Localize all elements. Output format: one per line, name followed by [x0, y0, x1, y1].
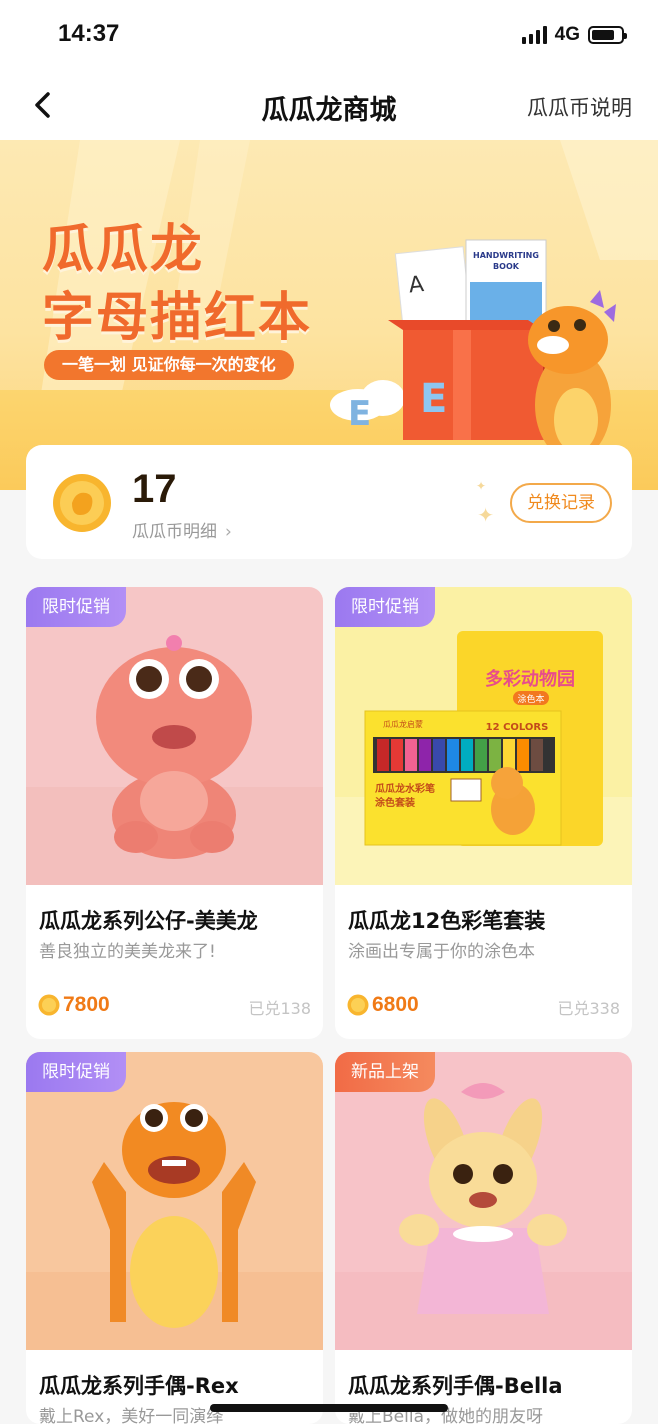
product-description: 戴上Rex，美好一同演绎 [39, 1407, 224, 1424]
nav-bar: 瓜瓜龙商城 瓜瓜币说明 [0, 70, 658, 140]
redeemed-count: 已兑338 [557, 999, 620, 1018]
network-type: 4G [554, 24, 580, 45]
coin-icon [38, 994, 60, 1016]
product-card[interactable]: 限时促销 瓜瓜龙系列手偶-Rex 戴上Rex，美好一同演绎 [26, 1052, 323, 1424]
pen-brand-text: 瓜瓜龙启蒙 [383, 719, 423, 729]
product-card[interactable]: 限时促销 瓜瓜龙系列公仔-美美龙 善良独立的美美龙来了! 7800 已兑138 [26, 587, 323, 1039]
product-card[interactable]: 多彩动物园 涂色本 瓜瓜龙启蒙 12 COLORS 瓜瓜龙水彩笔 涂色套装 限时… [335, 587, 632, 1039]
coloring-book-subtitle: 涂色本 [517, 693, 544, 705]
promo-tag: 限时促销 [335, 587, 435, 627]
price-value: 7800 [63, 993, 110, 1016]
svg-text:A: A [408, 272, 426, 298]
banner-title-line2: 字母描红本 [42, 288, 313, 348]
pen-name-line1: 瓜瓜龙水彩笔 [375, 782, 435, 795]
home-indicator [210, 1404, 448, 1412]
svg-text:E: E [420, 376, 447, 422]
battery-icon [588, 26, 627, 44]
book-cover-text-line2: BOOK [493, 262, 520, 271]
price-value: 6800 [372, 993, 419, 1016]
pen-name-line2: 涂色套装 [375, 796, 415, 809]
chevron-right-icon: › [225, 522, 232, 542]
svg-text:E: E [348, 394, 371, 434]
coin-icon [347, 994, 369, 1016]
signal-icon [521, 26, 547, 44]
gua-coin-icon [53, 474, 111, 532]
product-name: 瓜瓜龙系列手偶-Bella [348, 1374, 563, 1398]
status-icons: 4G [521, 24, 627, 46]
hand-puppet-bella-image [335, 1052, 632, 1350]
book-cover-text-line1: HANDWRITING [473, 251, 539, 260]
product-description: 善良独立的美美龙来了! [39, 942, 216, 962]
product-price: 6800 [347, 993, 419, 1017]
new-arrival-tag: 新品上架 [335, 1052, 435, 1092]
color-pen-set-image: 多彩动物园 涂色本 瓜瓜龙启蒙 12 COLORS 瓜瓜龙水彩笔 涂色套装 [335, 587, 632, 885]
product-price: 7800 [38, 993, 110, 1017]
coin-detail-link[interactable]: 瓜瓜币明细 › [132, 517, 232, 542]
coin-balance-card: 17 瓜瓜币明细 › ✦ ✦ 兑换记录 [26, 445, 632, 559]
banner-slogan: 一笔一划 见证你每一次的变化 [44, 350, 294, 380]
product-card[interactable]: 新品上架 瓜瓜龙系列手偶-Bella 戴上Bella，做她的朋友呀 [335, 1052, 632, 1424]
exchange-history-button[interactable]: 兑换记录 [510, 483, 612, 523]
status-time: 14:37 [58, 20, 120, 47]
banner-title-line1: 瓜瓜龙 [42, 220, 205, 280]
product-name: 瓜瓜龙12色彩笔套装 [348, 909, 546, 933]
promo-banner[interactable]: 瓜瓜龙 字母描红本 一笔一划 见证你每一次的变化 A HANDWRITING B… [0, 140, 658, 490]
status-bar: 14:37 4G [0, 0, 658, 70]
promo-tag: 限时促销 [26, 1052, 126, 1092]
plush-meimeilong-image [26, 587, 323, 885]
coin-amount: 17 [132, 467, 177, 511]
coin-detail-label: 瓜瓜币明细 [132, 522, 217, 542]
coloring-book-title: 多彩动物园 [485, 668, 575, 690]
coin-explanation-link[interactable]: 瓜瓜币说明 [527, 92, 632, 122]
product-description: 涂画出专属于你的涂色本 [348, 942, 535, 962]
product-name: 瓜瓜龙系列公仔-美美龙 [39, 909, 258, 933]
sparkle-icon: ✦ [475, 479, 486, 493]
promo-tag: 限时促销 [26, 587, 126, 627]
sparkle-icon: ✦ [477, 503, 494, 527]
hand-puppet-rex-image [26, 1052, 323, 1350]
product-name: 瓜瓜龙系列手偶-Rex [39, 1374, 239, 1398]
pen-count-text: 12 COLORS [486, 722, 549, 733]
redeemed-count: 已兑138 [248, 999, 311, 1018]
